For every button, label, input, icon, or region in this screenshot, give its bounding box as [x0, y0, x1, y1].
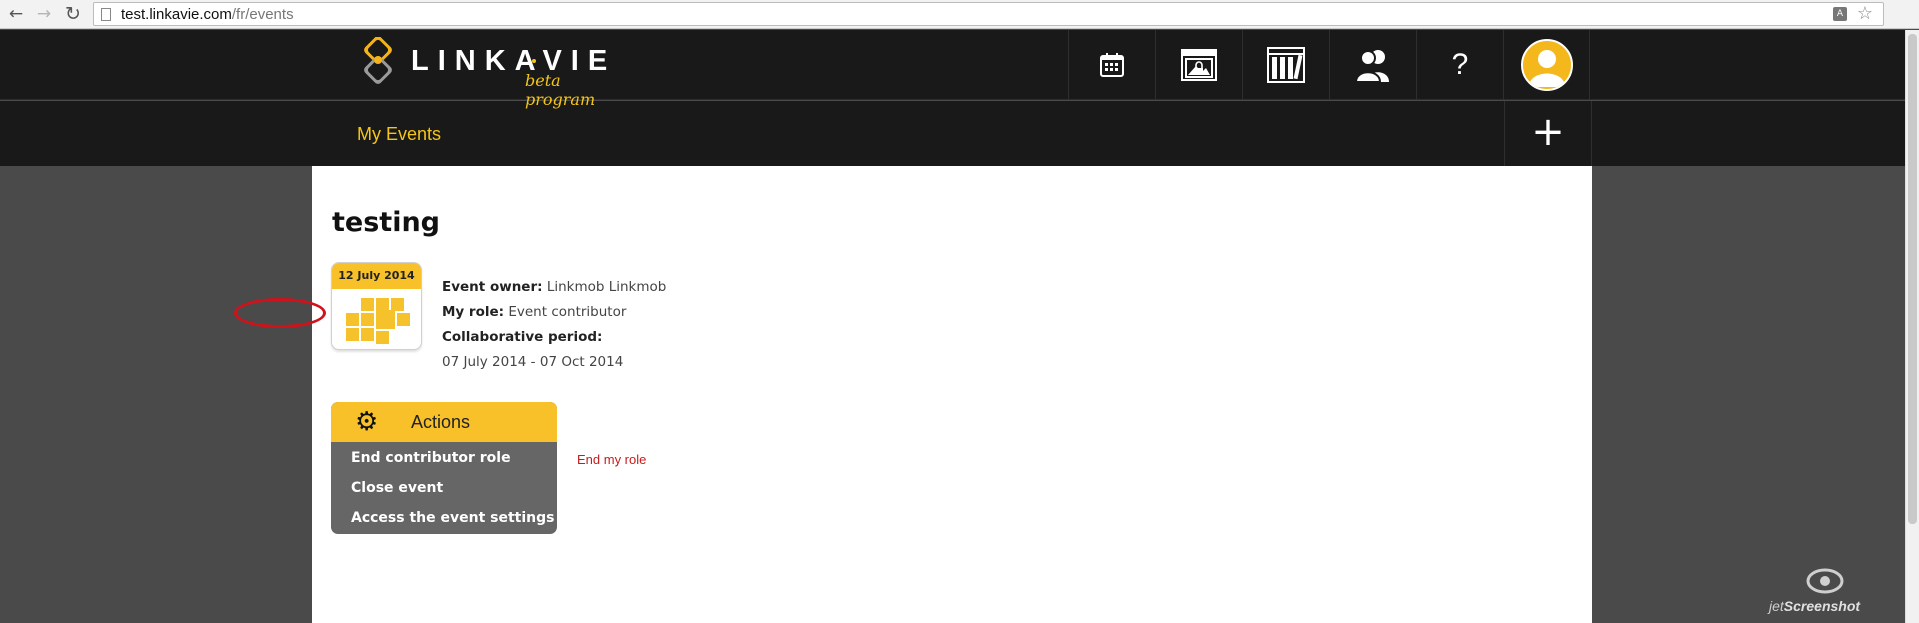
jetscreenshot-watermark: jetScreenshot	[1769, 565, 1881, 623]
event-settings-link[interactable]: Access the event settings	[331, 503, 557, 533]
logo-subtitle: beta program	[525, 71, 596, 109]
event-info: Event owner: Linkmob Linkmob My role: Ev…	[442, 275, 666, 375]
browser-toolbar: ← → ↻ test.linkavie.com/fr/events A ☆	[0, 0, 1919, 29]
url-path: /fr/events	[231, 6, 294, 23]
url-text: test.linkavie.com/fr/events	[121, 6, 294, 23]
logo-mark-icon	[364, 37, 392, 84]
period-row: Collaborative period:	[442, 325, 666, 350]
owner-row: Event owner: Linkmob Linkmob	[442, 275, 666, 300]
actions-title: Actions	[411, 412, 471, 432]
page-scrollbar[interactable]	[1905, 30, 1919, 623]
add-event-button[interactable]: +	[1504, 101, 1592, 166]
calendar-grid-icon	[342, 298, 412, 348]
scrollbar-thumb[interactable]	[1908, 34, 1917, 524]
forward-arrow-icon[interactable]: →	[34, 4, 54, 24]
linkavie-logo[interactable]: LINKAVIE beta program	[357, 33, 617, 109]
actions-menu: ⚙ Actions End contributor role Close eve…	[331, 402, 557, 534]
close-event-link[interactable]: Close event	[331, 473, 557, 503]
sub-header	[0, 101, 1905, 166]
my-events-link[interactable]: My Events	[357, 124, 441, 145]
owner-label: Event owner:	[442, 279, 543, 295]
page-icon	[101, 8, 111, 21]
reload-icon[interactable]: ↻	[63, 4, 83, 24]
address-bar[interactable]: test.linkavie.com/fr/events A ☆	[93, 2, 1884, 26]
gallery-lock-icon[interactable]	[1155, 30, 1242, 100]
translate-icon[interactable]: A	[1833, 7, 1847, 21]
site-header	[0, 30, 1905, 100]
role-row: My role: Event contributor	[442, 300, 666, 325]
owner-value: Linkmob Linkmob	[546, 279, 667, 295]
main-nav: ?	[1068, 30, 1590, 100]
period-label: Collaborative period:	[442, 329, 603, 345]
help-icon[interactable]: ?	[1416, 30, 1503, 100]
role-label: My role:	[442, 304, 505, 320]
watermark-text: jetScreenshot	[1769, 598, 1860, 614]
date-badge: 12 July 2014	[331, 262, 422, 350]
contacts-icon[interactable]	[1329, 30, 1416, 100]
actions-header[interactable]: ⚙ Actions	[331, 402, 557, 442]
back-arrow-icon[interactable]: ←	[6, 4, 26, 24]
logo-dot	[532, 59, 536, 63]
end-my-role-annotation: End my role	[577, 452, 647, 467]
role-value: Event contributor	[508, 304, 627, 320]
annotation-ellipse	[234, 298, 326, 328]
event-title: testing	[332, 207, 440, 238]
user-menu[interactable]	[1503, 30, 1590, 100]
gear-icon: ⚙	[355, 407, 379, 437]
calendar-icon[interactable]	[1068, 30, 1155, 100]
eye-logo-icon	[1806, 568, 1844, 594]
watermark-prefix: jet	[1769, 598, 1784, 614]
date-badge-label: 12 July 2014	[332, 263, 421, 289]
bookmark-star-icon[interactable]: ☆	[1857, 3, 1873, 25]
library-icon[interactable]	[1242, 30, 1329, 100]
end-contributor-role-link[interactable]: End contributor role	[331, 443, 557, 473]
url-domain: test.linkavie.com	[121, 6, 232, 23]
period-value: 07 July 2014 - 07 Oct 2014	[442, 354, 624, 370]
avatar[interactable]	[1520, 39, 1573, 91]
event-panel: testing 12 July 2014 Event owner: Linkmo…	[312, 166, 1592, 623]
watermark-brand: Screenshot	[1783, 598, 1861, 614]
